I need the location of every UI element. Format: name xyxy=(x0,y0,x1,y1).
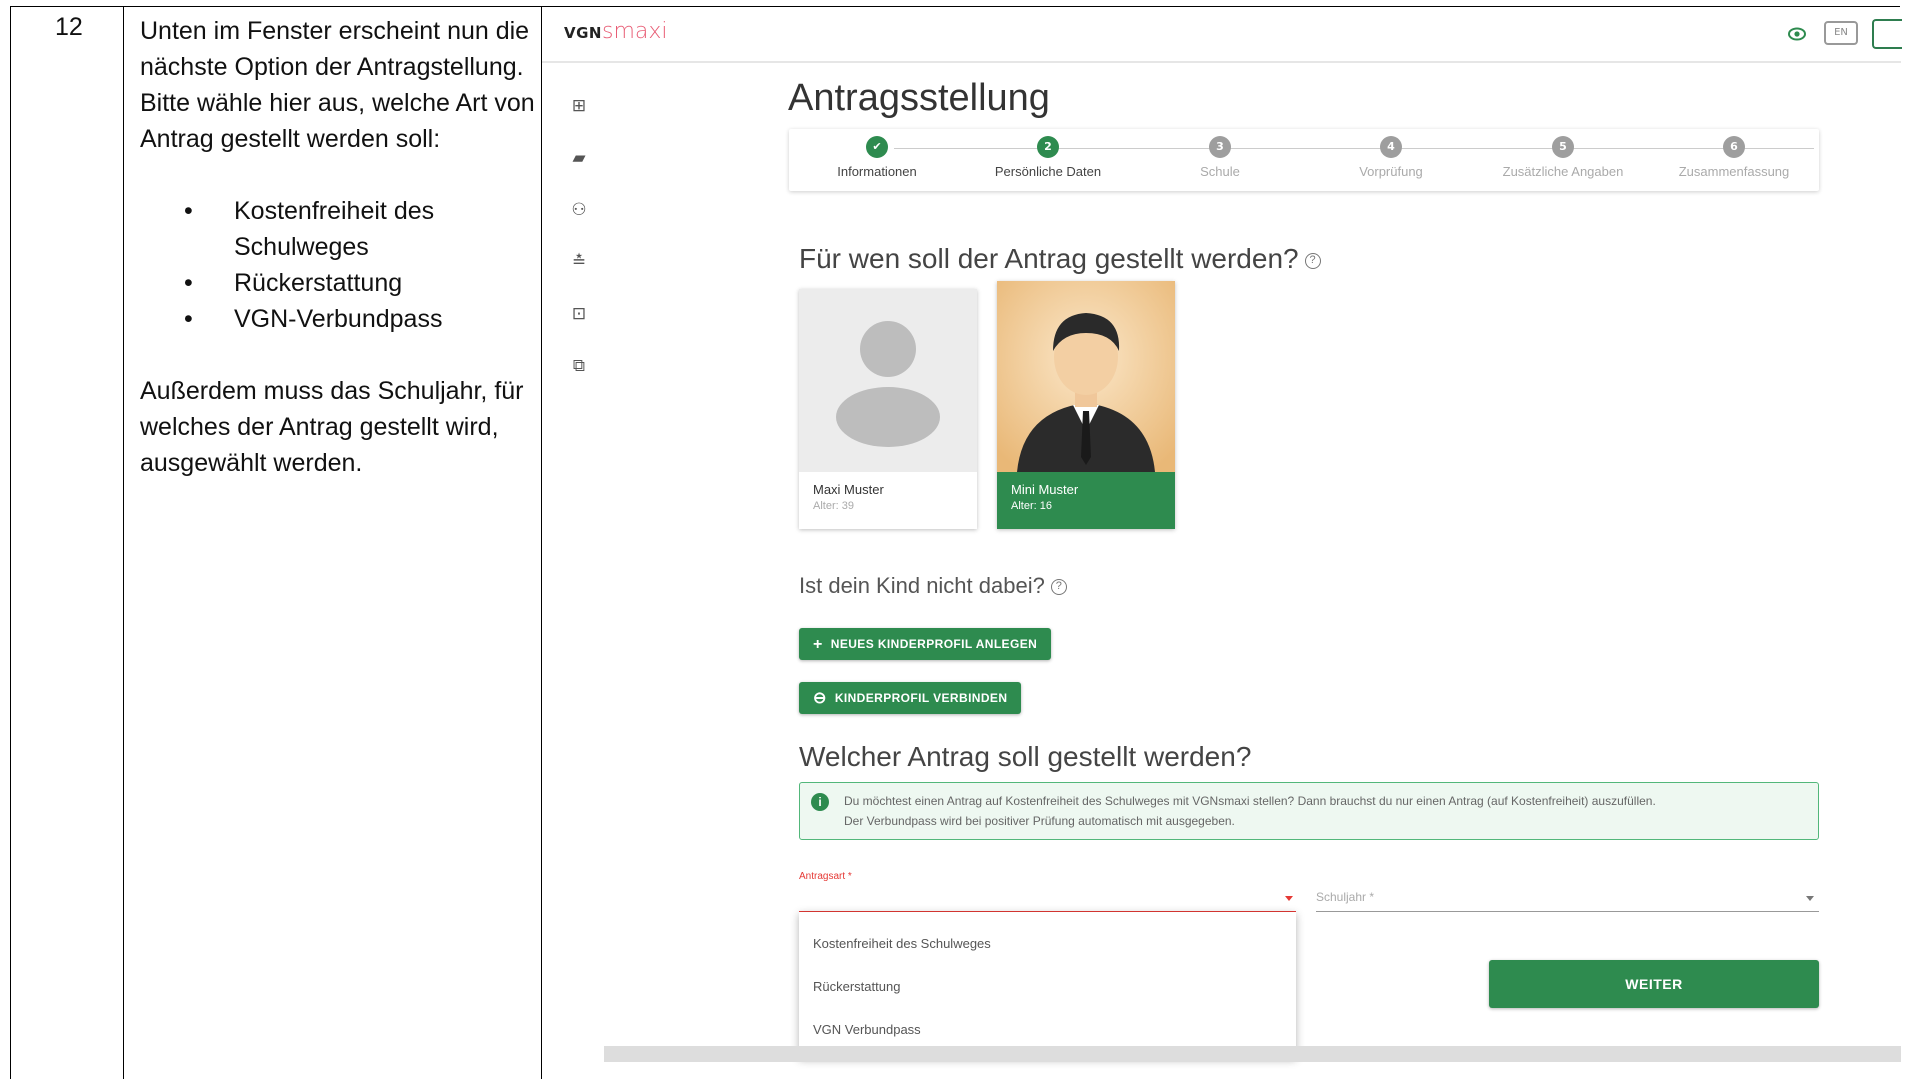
instruction-line-2: Bitte wähle hier aus, welche Art von Ant… xyxy=(140,89,535,153)
schuljahr-select[interactable]: Schuljahr * xyxy=(1316,882,1819,912)
info-text-1: Du möchtest einen Antrag auf Kostenfreih… xyxy=(844,794,1656,808)
next-button[interactable]: WEITER xyxy=(1489,960,1819,1008)
profile-caption: Maxi Muster Alter: 39 xyxy=(799,472,977,529)
logo-smaxi-text: smaxi xyxy=(601,19,668,44)
step-number-marker: 6 xyxy=(1723,136,1745,158)
select-underline xyxy=(1316,911,1819,912)
step-number-marker: 3 xyxy=(1209,136,1231,158)
app-screenshot: VGNsmaxi EN ⊞ ▰ ⚇ ≛ ⊡ ⧉ Antragsstellung xyxy=(542,7,1902,1079)
profile-age: Alter: 39 xyxy=(813,500,854,512)
step-number-marker: 2 xyxy=(1037,136,1059,158)
for-whom-heading: Für wen soll der Antrag gestellt werden?… xyxy=(799,243,1321,275)
profile-card-maxi[interactable]: Maxi Muster Alter: 39 xyxy=(799,289,977,529)
info-icon: i xyxy=(811,793,829,811)
info-text-2: Der Verbundpass wird bei positiver Prüfu… xyxy=(844,814,1235,828)
step-number: 12 xyxy=(55,13,83,41)
step-label: Zusätzliche Angaben xyxy=(1502,164,1624,179)
step-label: Informationen xyxy=(837,164,917,179)
vgn-smaxi-logo[interactable]: VGNsmaxi xyxy=(564,19,668,44)
progress-stepper: ✔ Informationen 2 Persönliche Daten 3 Sc… xyxy=(789,129,1819,191)
option-bullet: VGN-Verbundpass xyxy=(140,301,535,337)
instruction-note: Außerdem muss das Schuljahr, für welches… xyxy=(140,377,524,477)
link-icon: ⊖ xyxy=(813,690,827,707)
info-alert: i Du möchtest einen Antrag auf Kostenfre… xyxy=(799,782,1819,840)
person-avatar-icon xyxy=(997,281,1175,472)
person-icon[interactable]: ⚇ xyxy=(568,199,590,221)
child-missing-heading: Ist dein Kind nicht dabei?? xyxy=(799,573,1067,599)
profile-age: Alter: 16 xyxy=(1011,500,1052,512)
dashboard-icon[interactable]: ⊞ xyxy=(568,95,590,117)
folder-icon[interactable]: ▰ xyxy=(568,147,590,169)
step-label: Persönliche Daten xyxy=(994,164,1102,179)
schuljahr-label: Schuljahr * xyxy=(1316,890,1375,904)
instruction-cell: Unten im Fenster erscheint nun die nächs… xyxy=(124,7,542,1079)
step-schule[interactable]: 3 Schule xyxy=(1132,135,1308,179)
profile-name: Mini Muster xyxy=(1011,482,1079,497)
step-persoenliche-daten[interactable]: 2 Persönliche Daten xyxy=(960,135,1136,179)
person-list-icon[interactable]: ≛ xyxy=(568,251,590,273)
step-label: Zusammenfassung xyxy=(1678,164,1790,179)
app-header: VGNsmaxi EN xyxy=(542,7,1902,63)
option-bullet: Kostenfreiheit des Schulweges xyxy=(140,193,535,265)
option-bullet: Rückerstattung xyxy=(140,265,535,301)
eye-icon[interactable] xyxy=(1788,27,1806,41)
screenshot-cell: VGNsmaxi EN ⊞ ▰ ⚇ ≛ ⊡ ⧉ Antragsstellung xyxy=(542,7,1902,1079)
new-child-profile-button[interactable]: + NEUES KINDERPROFIL ANLEGEN xyxy=(799,628,1052,660)
dropdown-option-rueckerstattung[interactable]: Rückerstattung xyxy=(799,965,1296,1008)
connect-child-profile-button[interactable]: ⊖ KINDERPROFIL VERBINDEN xyxy=(799,682,1022,714)
dropdown-option-verbundpass[interactable]: VGN Verbundpass xyxy=(799,1008,1296,1051)
logo-vgn-text: VGN xyxy=(564,24,602,42)
child-missing-text: Ist dein Kind nicht dabei? xyxy=(799,573,1045,598)
feedback-icon[interactable]: ⊡ xyxy=(568,303,590,325)
help-icon[interactable]: ? xyxy=(1304,252,1321,269)
dropdown-option-kostenfreiheit[interactable]: Kostenfreiheit des Schulweges xyxy=(799,922,1296,965)
language-button[interactable]: EN xyxy=(1824,21,1858,45)
account-button[interactable] xyxy=(1872,19,1902,49)
antragsart-select[interactable] xyxy=(799,882,1296,912)
chevron-down-icon xyxy=(1285,896,1293,901)
plus-icon: + xyxy=(813,636,823,653)
antragsart-label: Antragsart * xyxy=(799,871,852,882)
profile-card-mini[interactable]: Mini Muster Alter: 16 xyxy=(997,281,1175,529)
step-vorpruefung[interactable]: 4 Vorprüfung xyxy=(1303,135,1479,179)
document-table: 12 Unten im Fenster erscheint nun die nä… xyxy=(10,6,1902,1079)
antragsart-dropdown-menu: Kostenfreiheit des Schulweges Rückerstat… xyxy=(799,912,1296,1058)
sidebar: ⊞ ▰ ⚇ ≛ ⊡ ⧉ xyxy=(542,65,604,1055)
profile-caption: Mini Muster Alter: 16 xyxy=(997,472,1175,529)
chat-icon[interactable]: ⧉ xyxy=(568,355,590,377)
which-application-heading: Welcher Antrag soll gestellt werden? xyxy=(799,741,1252,772)
horizontal-scrollbar[interactable] xyxy=(604,1046,1901,1062)
instruction-text: Unten im Fenster erscheint nun die nächs… xyxy=(140,13,535,481)
profile-name: Maxi Muster xyxy=(813,482,884,497)
connect-child-profile-label: KINDERPROFIL VERBINDEN xyxy=(834,691,1008,705)
check-icon: ✔ xyxy=(866,136,888,158)
step-number-marker: 4 xyxy=(1380,136,1402,158)
help-icon[interactable]: ? xyxy=(1050,579,1067,596)
step-number-cell: 12 xyxy=(11,7,124,1079)
step-informationen[interactable]: ✔ Informationen xyxy=(789,135,965,179)
step-zusammenfassung[interactable]: 6 Zusammenfassung xyxy=(1646,135,1822,179)
instruction-line-1: Unten im Fenster erscheint nun die nächs… xyxy=(140,17,530,81)
page-title: Antragsstellung xyxy=(788,77,1050,119)
step-label: Schule xyxy=(1200,164,1240,179)
for-whom-text: Für wen soll der Antrag gestellt werden? xyxy=(799,243,1299,274)
new-child-profile-label: NEUES KINDERPROFIL ANLEGEN xyxy=(830,637,1038,651)
chevron-down-icon xyxy=(1806,896,1814,901)
step-zusaetzliche-angaben[interactable]: 5 Zusätzliche Angaben xyxy=(1475,135,1651,179)
option-list: Kostenfreiheit des Schulweges Rückerstat… xyxy=(140,193,535,337)
step-number-marker: 5 xyxy=(1552,136,1574,158)
default-avatar-icon xyxy=(799,289,977,472)
step-label: Vorprüfung xyxy=(1359,164,1423,179)
